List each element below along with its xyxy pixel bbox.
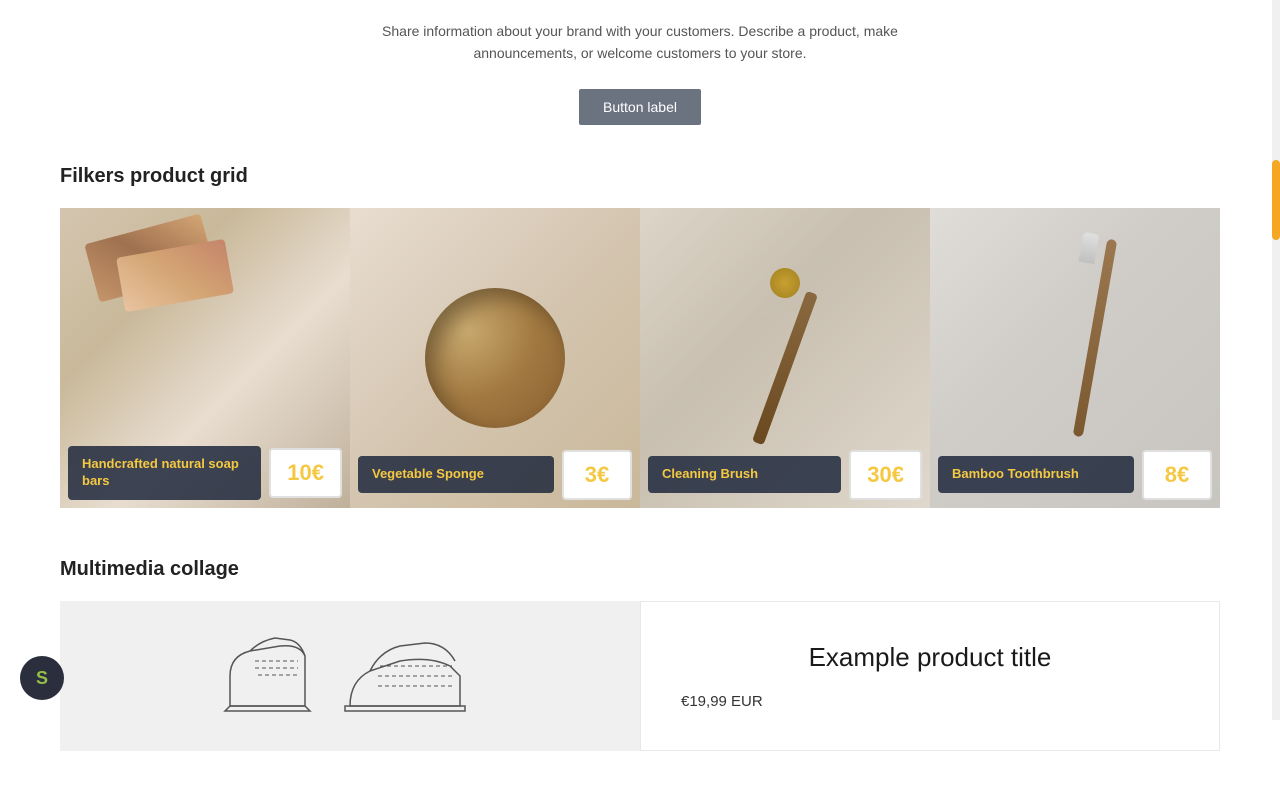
- example-price: €19,99 EUR: [681, 693, 1179, 710]
- product-card-brush[interactable]: Cleaning Brush 30€: [640, 208, 930, 508]
- header-button[interactable]: Button label: [579, 89, 701, 125]
- multimedia-section: Multimedia collage: [60, 558, 1220, 751]
- product-price-toothbrush: 8€: [1142, 450, 1212, 500]
- scrollbar-thumb[interactable]: [1272, 160, 1280, 240]
- multimedia-title: Multimedia collage: [60, 558, 1220, 581]
- product-card-sponge[interactable]: Vegetable Sponge 3€: [350, 208, 640, 508]
- product-overlay-brush: Cleaning Brush 30€: [640, 442, 930, 508]
- product-grid-section: Filkers product grid Handcrafted natural…: [60, 165, 1220, 508]
- product-price-sponge: 3€: [562, 450, 632, 500]
- collage-left: [60, 601, 640, 751]
- top-section: Share information about your brand with …: [60, 0, 1220, 165]
- product-grid: Handcrafted natural soap bars 10€ Vegeta…: [60, 208, 1220, 508]
- product-grid-title: Filkers product grid: [60, 165, 1220, 188]
- example-product-title: Example product title: [681, 642, 1179, 673]
- product-price-soap: 10€: [269, 448, 342, 498]
- shopify-icon: S: [36, 668, 48, 689]
- multimedia-collage: Example product title €19,99 EUR: [60, 601, 1220, 751]
- product-card-toothbrush[interactable]: Bamboo Toothbrush 8€: [930, 208, 1220, 508]
- product-overlay-toothbrush: Bamboo Toothbrush 8€: [930, 442, 1220, 508]
- shopify-badge[interactable]: S: [20, 656, 64, 700]
- product-name-sponge: Vegetable Sponge: [358, 456, 554, 493]
- product-price-brush: 30€: [849, 450, 922, 500]
- product-name-toothbrush: Bamboo Toothbrush: [938, 456, 1134, 493]
- product-overlay-soap: Handcrafted natural soap bars 10€: [60, 438, 350, 508]
- collage-right: Example product title €19,99 EUR: [640, 601, 1220, 751]
- product-overlay-sponge: Vegetable Sponge 3€: [350, 442, 640, 508]
- top-description: Share information about your brand with …: [340, 20, 940, 65]
- product-card-soap[interactable]: Handcrafted natural soap bars 10€: [60, 208, 350, 508]
- product-name-brush: Cleaning Brush: [648, 456, 841, 493]
- shoe-illustration-svg: [200, 621, 500, 731]
- scrollbar-track[interactable]: [1272, 0, 1280, 720]
- product-name-soap: Handcrafted natural soap bars: [68, 446, 261, 500]
